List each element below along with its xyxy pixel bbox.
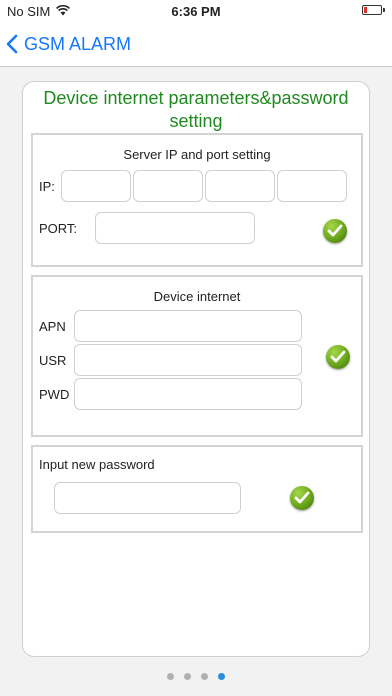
- ip-octet-4-input[interactable]: [277, 170, 347, 202]
- usr-input[interactable]: [74, 344, 302, 376]
- apn-input[interactable]: [74, 310, 302, 342]
- ip-octet-2-input[interactable]: [133, 170, 203, 202]
- battery-icon: [362, 5, 385, 15]
- checkmark-icon: [327, 224, 343, 237]
- port-input[interactable]: [95, 212, 255, 244]
- checkmark-icon: [294, 491, 310, 504]
- new-password-section: Input new password: [31, 445, 363, 533]
- ip-label: IP:: [39, 179, 55, 194]
- page-dot-1[interactable]: [167, 673, 174, 680]
- back-button[interactable]: GSM ALARM: [6, 22, 131, 66]
- port-label: PORT:: [39, 221, 78, 236]
- pwd-input[interactable]: [74, 378, 302, 410]
- ip-octet-3-input[interactable]: [205, 170, 275, 202]
- new-password-heading: Input new password: [39, 457, 155, 472]
- server-settings-heading: Server IP and port setting: [123, 147, 271, 162]
- ip-octet-1-input[interactable]: [61, 170, 131, 202]
- chevron-left-icon: [6, 34, 18, 54]
- settings-card: Device internet parameters&password sett…: [22, 81, 370, 657]
- pwd-label: PWD: [39, 387, 70, 402]
- new-password-input[interactable]: [54, 482, 241, 514]
- page-dot-3[interactable]: [201, 673, 208, 680]
- back-button-label: GSM ALARM: [24, 33, 132, 54]
- device-internet-section: Device internet APN USR PWD: [31, 275, 363, 437]
- internet-confirm-button[interactable]: [326, 345, 350, 369]
- page-dot-4[interactable]: [218, 673, 225, 680]
- device-internet-heading: Device internet: [153, 289, 241, 304]
- server-settings-section: Server IP and port setting IP: PORT:: [31, 133, 363, 267]
- status-bar: No SIM 6:36 PM: [0, 0, 392, 22]
- password-confirm-button[interactable]: [290, 486, 314, 510]
- checkmark-icon: [330, 350, 346, 363]
- page-title: Device internet parameters&password sett…: [43, 88, 349, 131]
- server-confirm-button[interactable]: [323, 219, 347, 243]
- clock: 6:36 PM: [171, 4, 221, 19]
- usr-label: USR: [39, 353, 67, 368]
- navigation-bar: GSM ALARM: [0, 22, 392, 67]
- apn-label: APN: [39, 319, 66, 334]
- page-indicator[interactable]: [0, 673, 392, 680]
- page-dot-2[interactable]: [184, 673, 191, 680]
